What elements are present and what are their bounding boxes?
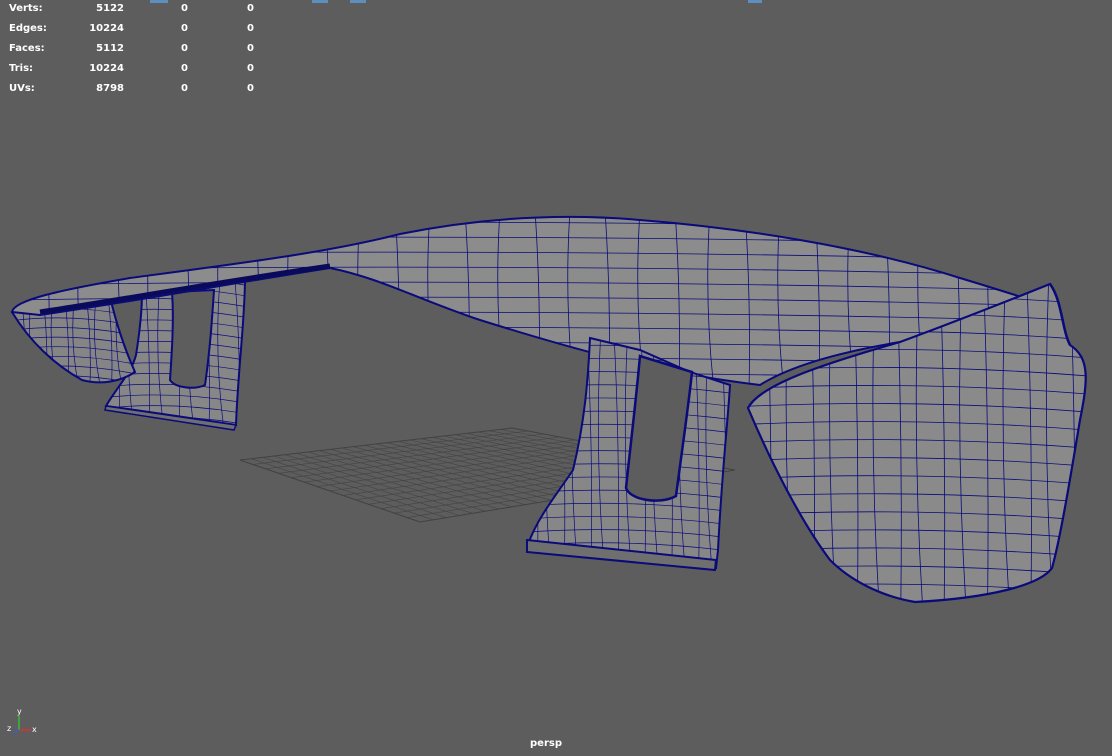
stat-component: 0 [247, 3, 254, 14]
stat-row-faces: Faces: 5112 0 0 [0, 40, 270, 60]
stat-component: 0 [247, 43, 254, 54]
stat-selected: 0 [181, 43, 188, 54]
stat-label: UVs: [9, 83, 35, 94]
axis-gizmo-icon: y x z [7, 707, 37, 734]
viewport-3d[interactable] [0, 0, 1112, 756]
stat-label: Edges: [9, 23, 47, 34]
stat-selected: 0 [181, 63, 188, 74]
axis-x-label: x [32, 725, 37, 734]
stat-total: 10224 [89, 63, 124, 74]
stat-label: Verts: [9, 3, 43, 14]
stat-component: 0 [247, 63, 254, 74]
stat-total: 5112 [96, 43, 124, 54]
axis-y-label: y [17, 707, 22, 716]
stat-row-tris: Tris: 10224 0 0 [0, 60, 270, 80]
stat-total: 10224 [89, 23, 124, 34]
stat-selected: 0 [181, 83, 188, 94]
stat-label: Tris: [9, 63, 34, 74]
stat-total: 5122 [96, 3, 124, 14]
stat-selected: 0 [181, 23, 188, 34]
axis-z-label: z [7, 724, 11, 733]
stat-label: Faces: [9, 43, 45, 54]
stat-component: 0 [247, 23, 254, 34]
stat-row-uvs: UVs: 8798 0 0 [0, 80, 270, 100]
stat-selected: 0 [181, 3, 188, 14]
stat-total: 8798 [96, 83, 124, 94]
camera-label: persp [530, 738, 562, 749]
stat-row-verts: Verts: 5122 0 0 [0, 0, 270, 20]
stat-component: 0 [247, 83, 254, 94]
stat-row-edges: Edges: 10224 0 0 [0, 20, 270, 40]
poly-count-hud: Verts: 5122 0 0 Edges: 10224 0 0 Faces: … [0, 0, 270, 100]
